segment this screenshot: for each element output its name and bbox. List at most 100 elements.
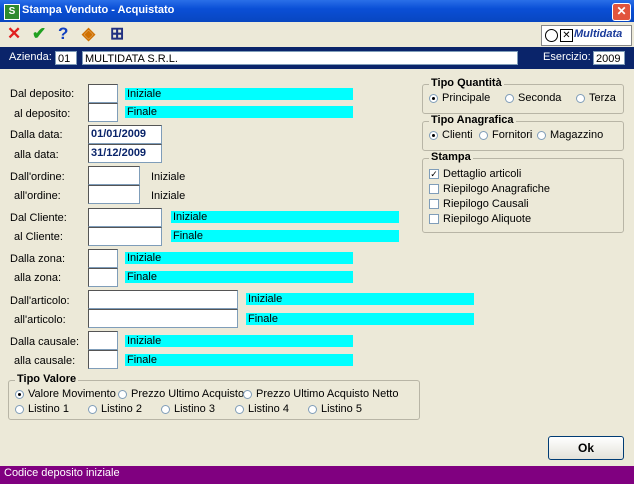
- checkbox-riepilogo-aliquote[interactable]: [429, 214, 439, 224]
- radio-listino-1-label: Listino 1: [28, 403, 69, 415]
- radio-listino-4-label: Listino 4: [248, 403, 289, 415]
- radio-magazzino-label: Magazzino: [550, 129, 604, 141]
- all-ordine-label: all'ordine:: [14, 190, 61, 202]
- checkbox-dettaglio-articoli-label: Dettaglio articoli: [443, 168, 522, 180]
- radio-valore-movimento[interactable]: [15, 390, 24, 399]
- alla-zona-label: alla zona:: [14, 272, 62, 284]
- dal-cliente-input[interactable]: [88, 208, 162, 227]
- window-title: Stampa Venduto - Acquistato: [22, 4, 175, 16]
- dal-deposito-label: Dal deposito:: [10, 88, 75, 100]
- radio-valore-movimento-label: Valore Movimento: [28, 388, 116, 400]
- tipo-anagrafica-title: Tipo Anagrafica: [429, 114, 516, 126]
- dalla-zona-input[interactable]: [88, 249, 118, 268]
- dall-articolo-desc: Iniziale: [246, 293, 474, 305]
- confirm-icon[interactable]: ✔: [32, 24, 46, 44]
- dalla-zona-desc: Iniziale: [125, 252, 353, 264]
- all-ordine-input[interactable]: [88, 185, 140, 204]
- stampa-title: Stampa: [429, 151, 473, 163]
- alla-data-input[interactable]: 31/12/2009: [88, 144, 162, 163]
- dall-ordine-input[interactable]: [88, 166, 140, 185]
- al-deposito-label: al deposito:: [14, 108, 71, 120]
- ok-button[interactable]: Ok: [548, 436, 624, 460]
- tipo-quantita-title: Tipo Quantità: [429, 77, 504, 89]
- al-deposito-desc: Finale: [125, 106, 353, 118]
- radio-listino-4[interactable]: [235, 405, 244, 414]
- radio-listino-3-label: Listino 3: [174, 403, 215, 415]
- radio-prezzo-ultimo-acquisto[interactable]: [118, 390, 127, 399]
- dall-ordine-label: Dall'ordine:: [10, 171, 65, 183]
- radio-listino-1[interactable]: [15, 405, 24, 414]
- dal-deposito-desc: Iniziale: [125, 88, 353, 100]
- dal-deposito-input[interactable]: [88, 84, 118, 103]
- dall-ordine-desc: Iniziale: [151, 171, 186, 183]
- all-articolo-input[interactable]: [88, 309, 238, 328]
- logo-box-icon: ✕: [560, 29, 573, 42]
- all-articolo-desc: Finale: [246, 313, 474, 325]
- dal-cliente-label: Dal Cliente:: [10, 212, 67, 224]
- app-icon: S: [4, 4, 20, 20]
- company-logo: ✕ Multidata: [541, 25, 632, 46]
- all-articolo-label: all'articolo:: [14, 314, 66, 326]
- radio-clienti-label: Clienti: [442, 129, 473, 141]
- radio-listino-5[interactable]: [308, 405, 317, 414]
- close-button[interactable]: ✕: [612, 3, 631, 21]
- al-cliente-input[interactable]: [88, 227, 162, 246]
- help-icon[interactable]: ?: [58, 24, 68, 44]
- company-header: Azienda: 01 MULTIDATA S.R.L. Esercizio: …: [0, 47, 634, 69]
- checkbox-riepilogo-anagrafiche[interactable]: [429, 184, 439, 194]
- radio-seconda[interactable]: [505, 94, 514, 103]
- dalla-causale-input[interactable]: [88, 331, 118, 350]
- alla-data-label: alla data:: [14, 149, 59, 161]
- al-deposito-input[interactable]: [88, 103, 118, 122]
- radio-magazzino[interactable]: [537, 131, 546, 140]
- radio-prezzo-ultimo-netto[interactable]: [243, 390, 252, 399]
- radio-terza-label: Terza: [589, 92, 616, 104]
- radio-listino-5-label: Listino 5: [321, 403, 362, 415]
- checkbox-riepilogo-aliquote-label: Riepilogo Aliquote: [443, 213, 532, 225]
- dalla-zona-label: Dalla zona:: [10, 253, 66, 265]
- esercizio-value: 2009: [593, 51, 625, 65]
- checkbox-riepilogo-causali-label: Riepilogo Causali: [443, 198, 529, 210]
- esercizio-label: Esercizio:: [543, 51, 591, 63]
- azienda-code: 01: [55, 51, 77, 65]
- dalla-data-input[interactable]: 01/01/2009: [88, 125, 162, 144]
- dall-articolo-label: Dall'articolo:: [10, 295, 70, 307]
- radio-seconda-label: Seconda: [518, 92, 562, 104]
- alla-causale-input[interactable]: [88, 350, 118, 369]
- alla-causale-desc: Finale: [125, 354, 353, 366]
- al-cliente-desc: Finale: [171, 230, 399, 242]
- dalla-causale-desc: Iniziale: [125, 335, 353, 347]
- radio-principale-label: Principale: [442, 92, 491, 104]
- alla-zona-input[interactable]: [88, 268, 118, 287]
- radio-fornitori-label: Fornitori: [492, 129, 533, 141]
- print-icon[interactable]: ◈: [82, 24, 95, 44]
- dall-articolo-input[interactable]: [88, 290, 238, 309]
- checkbox-riepilogo-causali[interactable]: [429, 199, 439, 209]
- cancel-icon[interactable]: ✕: [7, 24, 21, 44]
- radio-listino-3[interactable]: [161, 405, 170, 414]
- checkbox-dettaglio-articoli[interactable]: ✓: [429, 169, 439, 179]
- radio-fornitori[interactable]: [479, 131, 488, 140]
- checkbox-riepilogo-anagrafiche-label: Riepilogo Anagrafiche: [443, 183, 551, 195]
- dal-cliente-desc: Iniziale: [171, 211, 399, 223]
- all-ordine-desc: Iniziale: [151, 190, 186, 202]
- radio-principale[interactable]: [429, 94, 438, 103]
- azienda-name: MULTIDATA S.R.L.: [82, 51, 518, 65]
- status-bar: Codice deposito iniziale: [0, 466, 634, 484]
- radio-terza[interactable]: [576, 94, 585, 103]
- logo-text: Multidata: [574, 28, 623, 40]
- search-icon[interactable]: ⊞: [110, 24, 124, 44]
- radio-listino-2[interactable]: [88, 405, 97, 414]
- dalla-causale-label: Dalla causale:: [10, 336, 80, 348]
- toolbar: [0, 22, 634, 46]
- tipo-valore-title: Tipo Valore: [15, 373, 79, 385]
- azienda-label: Azienda:: [9, 51, 52, 63]
- al-cliente-label: al Cliente:: [14, 231, 63, 243]
- radio-clienti[interactable]: [429, 131, 438, 140]
- radio-listino-2-label: Listino 2: [101, 403, 142, 415]
- title-bar: S Stampa Venduto - Acquistato ✕: [0, 0, 634, 22]
- radio-prezzo-ultimo-netto-label: Prezzo Ultimo Acquisto Netto: [256, 388, 399, 400]
- alla-causale-label: alla causale:: [14, 355, 76, 367]
- logo-circle-icon: [545, 29, 558, 42]
- dalla-data-label: Dalla data:: [10, 129, 63, 141]
